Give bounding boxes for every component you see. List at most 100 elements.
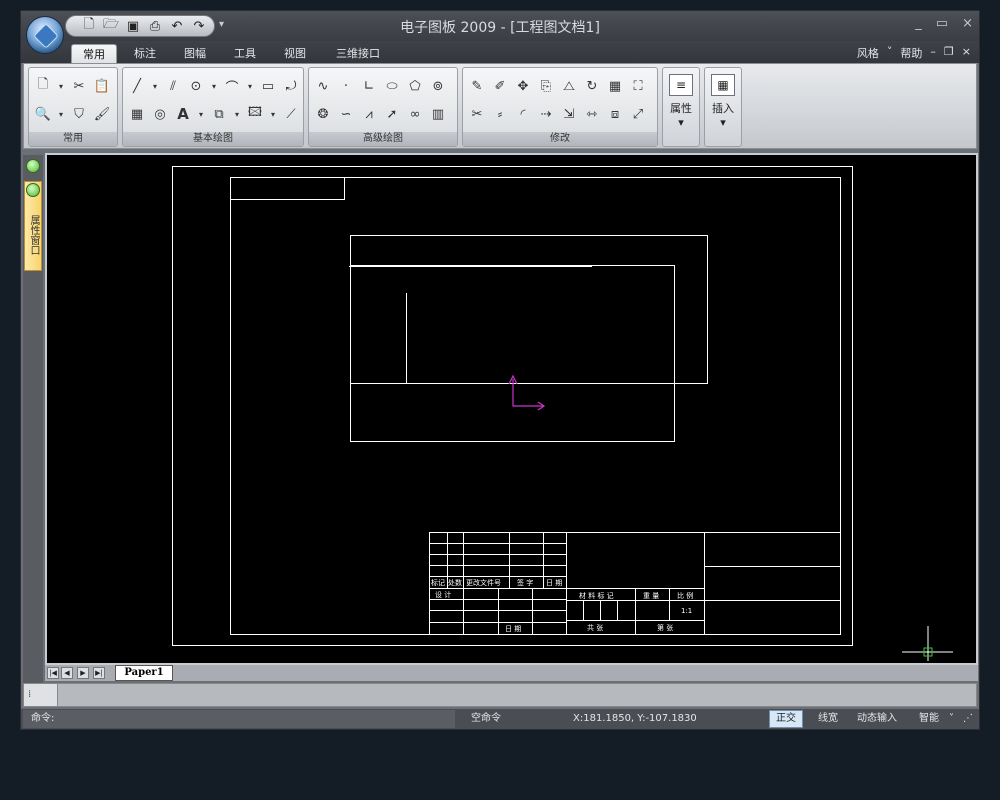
polyline-icon[interactable]: ⤾ bbox=[281, 76, 301, 96]
qat-customize-icon[interactable]: ▾ bbox=[219, 19, 224, 30]
sheet-tab-bar: |◀ ◀ ▶ ▶| Paper1 bbox=[45, 665, 978, 681]
drawing-canvas[interactable]: 标记 处数 更改文件号 签 字 日 期 设 计 日 期 材 料 标 记 重 量 … bbox=[45, 153, 978, 665]
ortho-toggle[interactable]: 正交 bbox=[769, 710, 803, 728]
smart-snap-toggle[interactable]: 智能 bbox=[919, 709, 939, 729]
dropdown-arrow-icon[interactable]: ▾ bbox=[56, 76, 66, 96]
text-icon[interactable]: A bbox=[173, 104, 193, 124]
tab-annotation[interactable]: 标注 bbox=[123, 44, 167, 63]
center-mark-icon[interactable]: ⊚ bbox=[428, 76, 448, 96]
panel-pin-icon[interactable] bbox=[26, 159, 40, 173]
ribbon-minimize-icon[interactable]: – bbox=[930, 45, 936, 61]
explode-icon[interactable]: ⛶ bbox=[628, 76, 648, 96]
lineweight-toggle[interactable]: 线宽 bbox=[818, 709, 838, 729]
break-icon[interactable]: ⸗ bbox=[490, 104, 510, 124]
first-sheet-icon[interactable]: |◀ bbox=[47, 667, 59, 679]
new-icon[interactable]: 🗋 bbox=[33, 76, 53, 96]
style-menu[interactable]: 风格 bbox=[857, 45, 879, 61]
zoom-icon[interactable]: 🔍 bbox=[33, 104, 53, 124]
move-icon[interactable]: ✥ bbox=[513, 76, 533, 96]
sheet-tab-paper1[interactable]: Paper1 bbox=[115, 665, 173, 681]
cut-icon[interactable]: ✂ bbox=[69, 76, 89, 96]
offset-icon[interactable]: ⧈ bbox=[605, 104, 625, 124]
help-menu[interactable]: 帮助 bbox=[900, 45, 922, 61]
dropdown-arrow-icon[interactable]: ▾ bbox=[150, 76, 160, 96]
dynamic-input-toggle[interactable]: 动态输入 bbox=[857, 709, 897, 729]
select-filter-icon[interactable]: ⛉ bbox=[69, 104, 89, 124]
print-icon[interactable]: ⎙ bbox=[146, 18, 164, 34]
tab-common[interactable]: 常用 bbox=[71, 44, 117, 63]
parallel-line-icon[interactable]: ⫽ bbox=[163, 76, 183, 96]
stretch-icon[interactable]: ⇲ bbox=[559, 104, 579, 124]
redo-icon[interactable]: ↷ bbox=[190, 18, 208, 34]
resize-grip-icon[interactable]: ⋰ bbox=[963, 709, 973, 729]
hatch-icon[interactable]: ▦ bbox=[127, 104, 147, 124]
new-doc-icon[interactable]: 🗋 bbox=[80, 17, 98, 34]
mirror-icon[interactable]: ⧍ bbox=[559, 76, 579, 96]
cloud-line-icon[interactable]: ❂ bbox=[313, 104, 333, 124]
zigzag-icon[interactable]: ⩘ bbox=[359, 104, 379, 124]
dropdown-arrow-icon[interactable]: ▾ bbox=[196, 104, 206, 124]
array-icon[interactable]: ▦ bbox=[605, 76, 625, 96]
block-icon[interactable]: ⧉ bbox=[209, 104, 229, 124]
extend-icon[interactable]: ⇢ bbox=[536, 104, 556, 124]
table-icon[interactable]: ▥ bbox=[428, 104, 448, 124]
properties-button[interactable]: ≡ 属性 ▾ bbox=[662, 67, 700, 147]
circle-icon[interactable]: ⊙ bbox=[186, 76, 206, 96]
app-menu-button[interactable] bbox=[26, 16, 64, 54]
command-history-area[interactable]: ⁞ bbox=[23, 683, 977, 707]
ellipse-icon[interactable]: ⬭ bbox=[382, 76, 402, 96]
centerline-icon[interactable]: ⟋ bbox=[281, 104, 301, 124]
rectangle-icon[interactable]: ▭ bbox=[258, 76, 278, 96]
tb-change-doc-header: 更改文件号 bbox=[466, 578, 501, 587]
spline-icon[interactable]: ∿ bbox=[313, 76, 333, 96]
prev-sheet-icon[interactable]: ◀ bbox=[61, 667, 73, 679]
dropdown-arrow-icon[interactable]: ▾ bbox=[209, 76, 219, 96]
doc-close-icon[interactable]: × bbox=[962, 45, 971, 61]
dropdown-arrow-icon[interactable]: ▾ bbox=[232, 104, 242, 124]
paste-icon[interactable]: 📋 bbox=[92, 76, 112, 96]
wave-line-icon[interactable]: ∽ bbox=[336, 104, 356, 124]
minimize-button[interactable]: _ bbox=[915, 16, 922, 31]
close-button[interactable]: × bbox=[962, 16, 973, 31]
panel-status-icon bbox=[26, 183, 40, 197]
insert-button[interactable]: ▦ 插入 ▾ bbox=[704, 67, 742, 147]
point-icon[interactable]: · bbox=[336, 76, 356, 96]
region-icon[interactable]: ◎ bbox=[150, 104, 170, 124]
tab-3d-interface[interactable]: 三维接口 bbox=[323, 44, 393, 63]
trim-icon[interactable]: ✂ bbox=[467, 104, 487, 124]
next-sheet-icon[interactable]: ▶ bbox=[77, 667, 89, 679]
hole-icon[interactable]: ∞ bbox=[405, 104, 425, 124]
tab-sheet[interactable]: 图幅 bbox=[173, 44, 217, 63]
dropdown-arrow-icon[interactable]: ▾ bbox=[245, 76, 255, 96]
arrow-icon[interactable]: ➚ bbox=[382, 104, 402, 124]
chevron-down-icon[interactable]: ˅ bbox=[949, 709, 954, 729]
maximize-button[interactable]: ▭ bbox=[936, 16, 948, 31]
open-folder-icon[interactable]: 🗁 bbox=[102, 17, 120, 34]
copy-icon[interactable]: ⎘ bbox=[536, 76, 556, 96]
command-grip-icon[interactable]: ⁞ bbox=[24, 684, 58, 706]
format-brush-icon[interactable]: 🖌 bbox=[92, 104, 112, 124]
tab-view[interactable]: 视图 bbox=[273, 44, 317, 63]
line-icon[interactable]: ╱ bbox=[127, 76, 147, 96]
angle-line-icon[interactable]: ∟ bbox=[359, 76, 379, 96]
save-icon[interactable]: ▣ bbox=[124, 18, 142, 34]
lengthen-icon[interactable]: ⇿ bbox=[582, 104, 602, 124]
tab-tools[interactable]: 工具 bbox=[223, 44, 267, 63]
polygon-icon[interactable]: ⬠ bbox=[405, 76, 425, 96]
scale-icon[interactable]: ⤢ bbox=[628, 104, 648, 124]
chevron-down-icon[interactable]: ˅ bbox=[887, 45, 893, 61]
last-sheet-icon[interactable]: ▶| bbox=[93, 667, 105, 679]
rotate-icon[interactable]: ↻ bbox=[582, 76, 602, 96]
ribbon-restore-icon[interactable]: ❐ bbox=[944, 45, 954, 61]
arc-icon[interactable]: ⌒ bbox=[222, 76, 242, 96]
insert-image-icon[interactable]: 🖾 bbox=[245, 104, 265, 124]
fillet-icon[interactable]: ◜ bbox=[513, 104, 533, 124]
dropdown-arrow-icon[interactable]: ▾ bbox=[56, 104, 66, 124]
chevron-down-icon: ▾ bbox=[678, 116, 684, 129]
tb-scale-value: 1:1 bbox=[681, 607, 692, 615]
erase-icon[interactable]: ✐ bbox=[490, 76, 510, 96]
dropdown-arrow-icon[interactable]: ▾ bbox=[268, 104, 278, 124]
undo-icon[interactable]: ↶ bbox=[168, 18, 186, 34]
delete-icon[interactable]: ✎ bbox=[467, 76, 487, 96]
command-prompt[interactable]: 命令: bbox=[23, 710, 455, 728]
